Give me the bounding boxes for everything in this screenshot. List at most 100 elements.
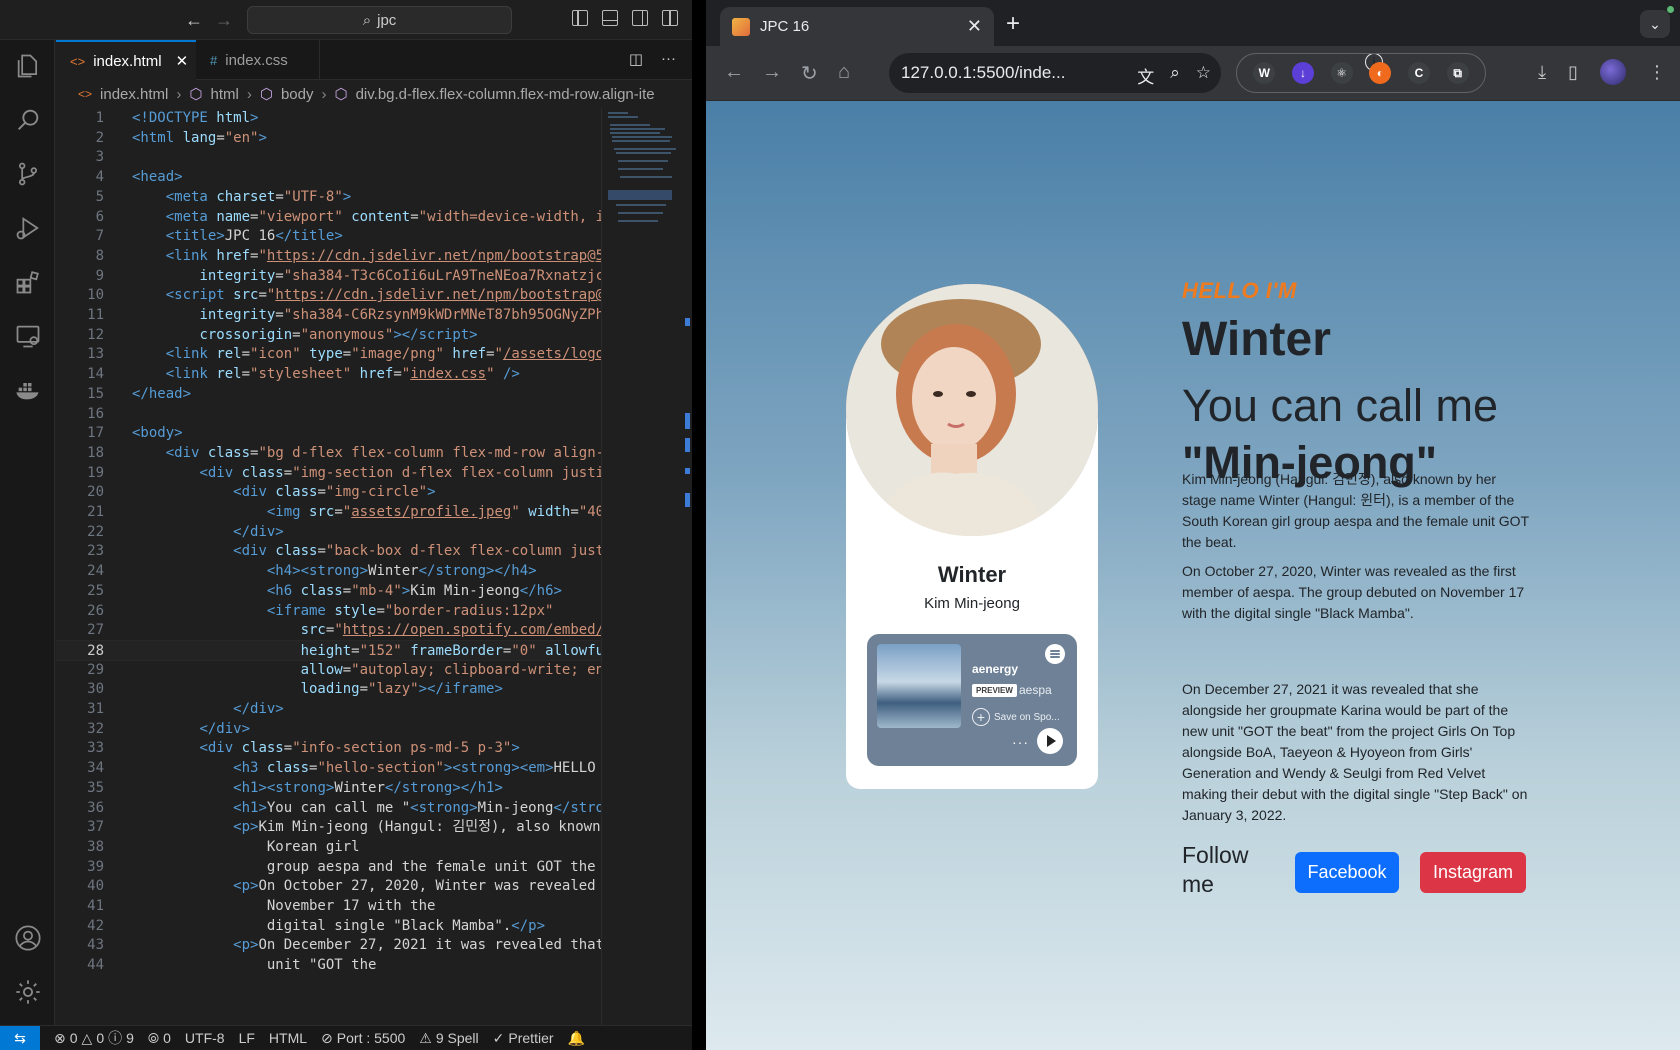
code-line[interactable]: 14 <link rel="stylesheet" href="index.cs… [56, 364, 601, 385]
code-line[interactable]: 36 <h1>You can call me "<strong>Min-jeon… [56, 798, 601, 819]
tab-search-chevron-icon[interactable]: ⌄ [1640, 10, 1670, 38]
search-icon[interactable] [14, 106, 42, 134]
code-line[interactable]: 43 <p>On December 27, 2021 it was reveal… [56, 935, 601, 956]
tab-index-html[interactable]: <> index.html ✕ [56, 40, 196, 80]
minimap[interactable] [601, 108, 681, 1025]
code-line[interactable]: 15 </head> [56, 384, 601, 405]
code-line[interactable]: 31 </div> [56, 699, 601, 720]
language-indicator[interactable]: HTML [269, 1030, 307, 1046]
code-line[interactable]: 23 <div class="back-box d-flex flex-colu… [56, 541, 601, 562]
code-line[interactable]: 28 height="152" frameBorder="0" allowfu [56, 639, 601, 661]
spell-check-indicator[interactable]: ⚠ 9 Spell [419, 1030, 478, 1047]
extension-w-icon[interactable]: W [1253, 62, 1276, 84]
spotify-embed[interactable]: aenergy PREVIEW aespa + Save on Spo... ·… [867, 634, 1077, 766]
code-line[interactable]: 24 <h4><strong>Winter</strong></h4> [56, 561, 601, 582]
code-line[interactable]: 10 <script src="https://cdn.jsdelivr.net… [56, 285, 601, 306]
close-tab-icon[interactable]: ✕ [967, 16, 982, 37]
play-button[interactable] [1037, 728, 1063, 754]
accounts-icon[interactable] [14, 924, 42, 952]
code-line[interactable]: 42 digital single "Black Mamba".</p> [56, 916, 601, 937]
back-arrow-icon[interactable]: ← [185, 10, 203, 31]
download-icon[interactable]: ⤓ [1538, 62, 1546, 83]
more-actions-icon[interactable]: ··· [661, 50, 676, 68]
code-line[interactable]: 34 <h3 class="hello-section"><strong><em… [56, 758, 601, 779]
encoding-indicator[interactable]: UTF-8 [185, 1030, 225, 1046]
side-panel-icon[interactable]: ▯ [1568, 62, 1578, 83]
code-line[interactable]: 29 allow="autoplay; clipboard-write; en [56, 660, 601, 681]
more-options-icon[interactable]: ··· [1012, 734, 1029, 750]
browser-tab[interactable]: JPC 16 ✕ [720, 7, 994, 46]
code-line[interactable]: 20 <div class="img-circle"> [56, 482, 601, 503]
code-line[interactable]: 5 <meta charset="UTF-8"> [56, 187, 601, 208]
code-line[interactable]: 38 Korean girl [56, 837, 601, 858]
extension-react-icon[interactable]: ⚛ [1330, 62, 1353, 84]
forward-arrow-icon[interactable]: → [215, 10, 233, 31]
toggle-panel-icon[interactable] [602, 10, 618, 26]
code-line[interactable]: 40 <p>On October 27, 2020, Winter was re… [56, 876, 601, 897]
split-editor-icon[interactable]: ◫ [629, 50, 643, 68]
explorer-icon[interactable] [14, 52, 42, 80]
code-line[interactable]: 18 <div class="bg d-flex flex-column fle… [56, 443, 601, 464]
code-line[interactable]: 2 <html lang="en"> [56, 128, 601, 149]
extension-ci-icon[interactable]: C [1407, 62, 1430, 84]
code-line[interactable]: 44 unit "GOT the [56, 955, 601, 976]
prettier-indicator[interactable]: ✓ Prettier [493, 1030, 554, 1047]
settings-gear-icon[interactable] [14, 978, 42, 1006]
back-arrow-icon[interactable]: ← [724, 61, 744, 84]
code-line[interactable]: 30 loading="lazy"></iframe> [56, 679, 601, 700]
eol-indicator[interactable]: LF [239, 1030, 255, 1046]
code-line[interactable]: 37 <p>Kim Min-jeong (Hangul: 김민정), also … [56, 817, 601, 838]
code-line[interactable]: 19 <div class="img-section d-flex flex-c… [56, 463, 601, 484]
run-debug-icon[interactable] [14, 214, 42, 242]
code-line[interactable]: 11 integrity="sha384-C6RzsynM9kWDrMNeT87… [56, 305, 601, 326]
code-line[interactable]: 12 crossorigin="anonymous"></script> [56, 325, 601, 346]
extension-download-icon[interactable]: ↓ [1291, 62, 1314, 84]
bookmark-star-icon[interactable]: ☆ [1196, 63, 1211, 88]
toggle-secondary-sidebar-icon[interactable] [632, 10, 648, 26]
new-tab-plus-icon[interactable]: + [1006, 10, 1020, 38]
editor-scrollbar[interactable] [683, 108, 692, 1025]
artist-name[interactable]: aespa [1019, 683, 1052, 697]
customize-layout-icon[interactable] [662, 10, 678, 26]
extensions-puzzle-icon[interactable]: ⧉ [1446, 62, 1469, 84]
instagram-button[interactable]: Instagram [1420, 852, 1526, 893]
breadcrumb-item[interactable]: html [211, 86, 239, 103]
extensions-icon[interactable] [14, 268, 42, 296]
code-line[interactable]: 39 group aespa and the female unit GOT t… [56, 857, 601, 878]
extension-orange-icon[interactable]: ◐ [1369, 62, 1392, 84]
code-line[interactable]: 35 <h1><strong>Winter</strong></h1> [56, 778, 601, 799]
close-tab-icon[interactable]: ✕ [176, 52, 189, 70]
code-line[interactable]: 4 <head> [56, 167, 601, 188]
problems-indicator[interactable]: ⊗ 0 △ 0 ⓘ 9 [54, 1028, 134, 1048]
breadcrumb-item[interactable]: body [281, 86, 314, 103]
source-control-icon[interactable] [14, 160, 42, 188]
breadcrumb-item[interactable]: index.html [100, 86, 168, 103]
tab-index-css[interactable]: # index.css [196, 40, 320, 80]
code-line[interactable]: 9 integrity="sha384-T3c6CoIi6uLrA9TneNEo… [56, 266, 601, 287]
code-line[interactable]: 21 <img src="assets/profile.jpeg" width=… [56, 502, 601, 523]
toggle-primary-sidebar-icon[interactable] [572, 10, 588, 26]
ports-indicator[interactable]: ⦾ 0 [148, 1030, 171, 1047]
live-server-port[interactable]: ⊘ Port : 5500 [321, 1030, 405, 1047]
spotify-logo-icon[interactable] [1045, 644, 1065, 664]
code-line[interactable]: 7 <title>JPC 16</title> [56, 226, 601, 247]
code-line[interactable]: 1 <!DOCTYPE html> [56, 108, 601, 129]
code-line[interactable]: 25 <h6 class="mb-4">Kim Min-jeong</h6> [56, 581, 601, 602]
profile-avatar[interactable] [1600, 59, 1626, 85]
remote-indicator-icon[interactable]: ⇆ [0, 1025, 40, 1050]
forward-arrow-icon[interactable]: → [762, 61, 782, 84]
code-line[interactable]: 26 <iframe style="border-radius:12px" [56, 601, 601, 622]
translate-icon[interactable]: 文 [1137, 63, 1154, 88]
code-line[interactable]: 22 </div> [56, 522, 601, 543]
code-line[interactable]: 33 <div class="info-section ps-md-5 p-3"… [56, 738, 601, 759]
code-line[interactable]: 27 src="https://open.spotify.com/embed/ [56, 620, 601, 641]
code-line[interactable]: 3 [56, 147, 601, 168]
code-line[interactable]: 6 <meta name="viewport" content="width=d… [56, 207, 601, 228]
docker-icon[interactable] [14, 376, 42, 404]
code-line[interactable]: 8 <link href="https://cdn.jsdelivr.net/n… [56, 246, 601, 267]
notifications-bell-icon[interactable]: 🔔 [568, 1030, 585, 1047]
code-line[interactable]: 32 </div> [56, 719, 601, 740]
address-bar[interactable]: i 127.0.0.1:5500/inde... 文 ⌕ ☆ [889, 53, 1383, 93]
facebook-button[interactable]: Facebook [1295, 852, 1399, 893]
code-line[interactable]: 16 [56, 404, 601, 425]
